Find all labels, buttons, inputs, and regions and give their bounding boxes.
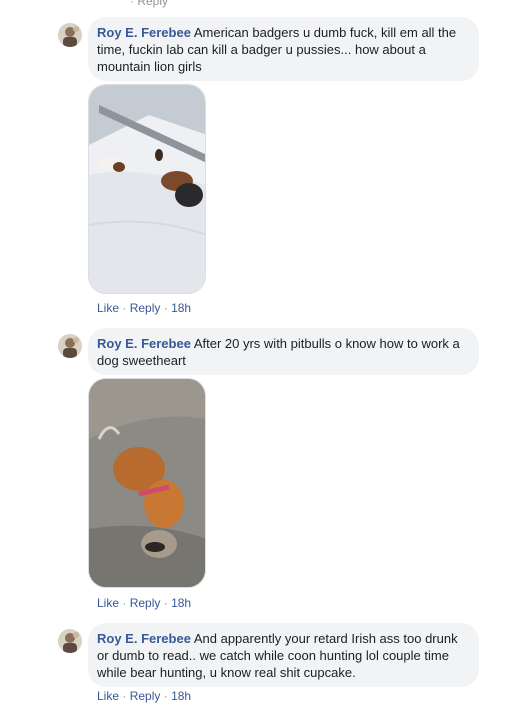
comment-actions: Like · Reply · 18h [97,688,191,704]
reply-link[interactable]: Reply [130,689,161,703]
reply-link[interactable]: Reply [130,301,161,315]
comment-bubble: Roy E. Ferebee American badgers u dumb f… [88,17,479,81]
comment-photo[interactable] [88,378,206,588]
comment-bubble: Roy E. Ferebee And apparently your retar… [88,623,479,687]
timestamp[interactable]: 18h [171,301,191,315]
comment-author[interactable]: Roy E. Ferebee [97,25,191,40]
comment-author[interactable]: Roy E. Ferebee [97,336,191,351]
like-link[interactable]: Like [97,301,119,315]
like-link[interactable]: Like [97,689,119,703]
comment-photo[interactable] [88,84,206,294]
previous-comment-actions-fragment: · Reply [130,0,169,8]
comment-actions: Like · Reply · 18h [97,595,191,611]
separator: · [163,301,168,315]
reply-link[interactable]: Reply [130,596,161,610]
avatar[interactable] [58,334,82,358]
like-link[interactable]: Like [97,596,119,610]
comment-actions: Like · Reply · 18h [97,300,191,316]
separator: · [122,596,127,610]
avatar[interactable] [58,23,82,47]
avatar[interactable] [58,629,82,653]
comment-bubble: Roy E. Ferebee After 20 yrs with pitbull… [88,328,479,375]
timestamp[interactable]: 18h [171,596,191,610]
timestamp[interactable]: 18h [171,689,191,703]
separator: · [122,301,127,315]
comment-author[interactable]: Roy E. Ferebee [97,631,191,646]
separator: · [163,689,168,703]
separator: · [122,689,127,703]
separator: · [163,596,168,610]
